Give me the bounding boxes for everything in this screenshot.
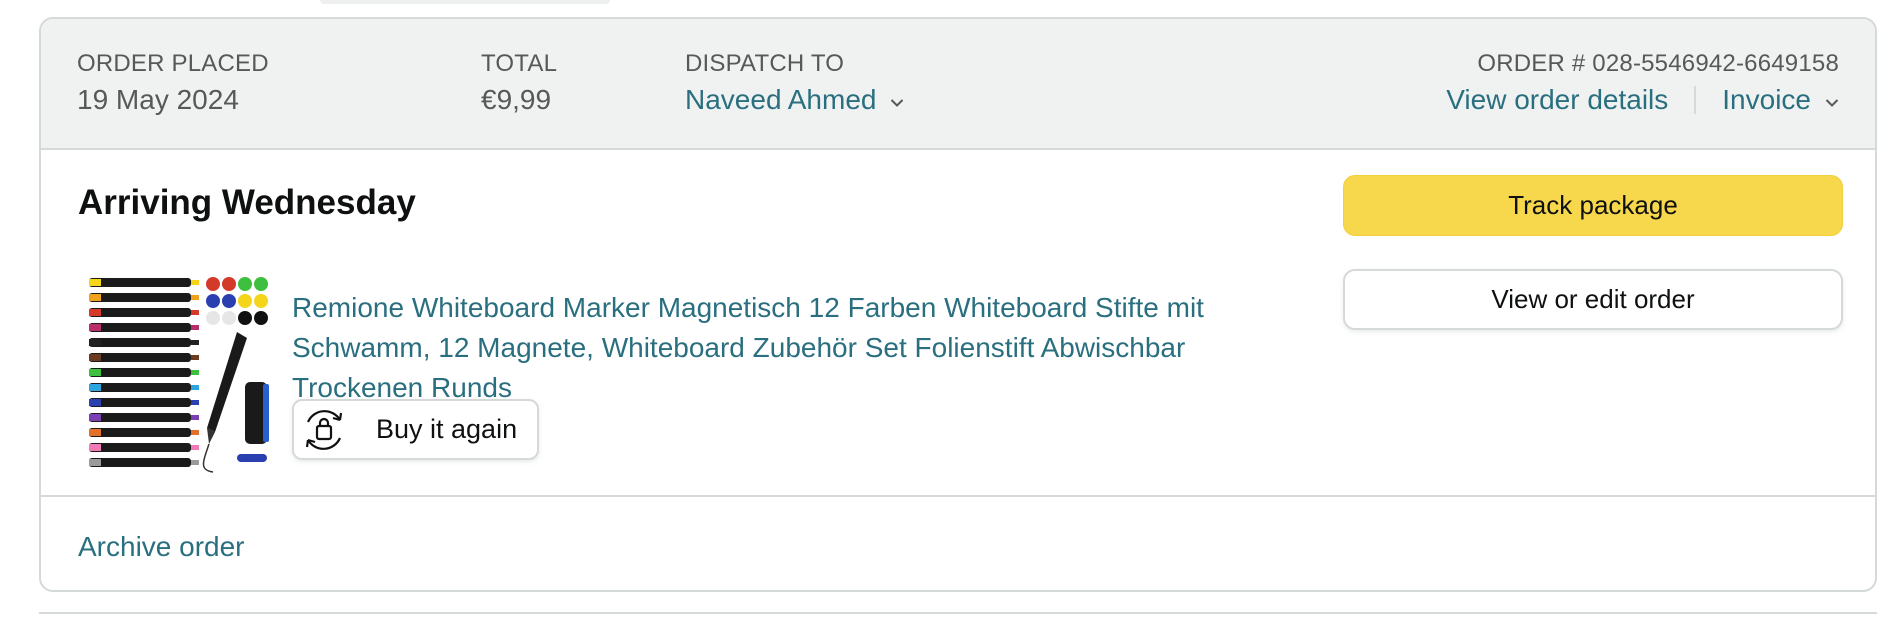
dispatch-column: DISPATCH TO Naveed Ahmed	[685, 49, 904, 119]
buy-again-label: Buy it again	[376, 414, 518, 444]
order-header: ORDER PLACED 19 May 2024 TOTAL €9,99 DIS…	[41, 19, 1875, 150]
total-value: €9,99	[481, 84, 552, 115]
order-placed-date: 19 May 2024	[77, 84, 239, 115]
dispatch-recipient-name: Naveed Ahmed	[685, 84, 877, 115]
order-placed-column: ORDER PLACED 19 May 2024	[77, 49, 269, 119]
link-separator	[1694, 85, 1697, 114]
dispatch-label: DISPATCH TO	[685, 50, 845, 77]
view-edit-order-button[interactable]: View or edit order	[1343, 269, 1843, 330]
product-title-link[interactable]: Remione Whiteboard Marker Magnetisch 12 …	[292, 288, 1262, 408]
previous-card-edge	[320, 0, 610, 4]
chevron-down-icon	[1825, 80, 1839, 118]
buy-again-button[interactable]: Buy it again	[292, 399, 539, 460]
archive-order-link[interactable]: Archive order	[78, 529, 245, 565]
total-column: TOTAL €9,99	[481, 49, 557, 119]
reorder-bag-icon	[298, 404, 350, 456]
order-card: ORDER PLACED 19 May 2024 TOTAL €9,99 DIS…	[39, 17, 1877, 592]
footer-divider	[41, 495, 1875, 497]
chevron-down-icon	[890, 80, 904, 118]
order-number: ORDER # 028-5546942-6649158	[1477, 50, 1839, 77]
order-links: View order details Invoice	[1446, 81, 1839, 119]
invoice-link[interactable]: Invoice	[1722, 84, 1839, 115]
order-placed-label: ORDER PLACED	[77, 50, 269, 77]
delivery-status: Arriving Wednesday	[78, 183, 416, 222]
next-card-edge	[39, 612, 1877, 620]
product-image[interactable]	[87, 272, 271, 478]
order-number-column: ORDER # 028-5546942-6649158 View order d…	[1446, 49, 1839, 119]
view-order-details-link[interactable]: View order details	[1446, 84, 1668, 115]
invoice-label: Invoice	[1722, 84, 1811, 115]
total-label: TOTAL	[481, 50, 558, 77]
dispatch-recipient-link[interactable]: Naveed Ahmed	[685, 81, 904, 119]
track-package-button[interactable]: Track package	[1343, 175, 1843, 236]
